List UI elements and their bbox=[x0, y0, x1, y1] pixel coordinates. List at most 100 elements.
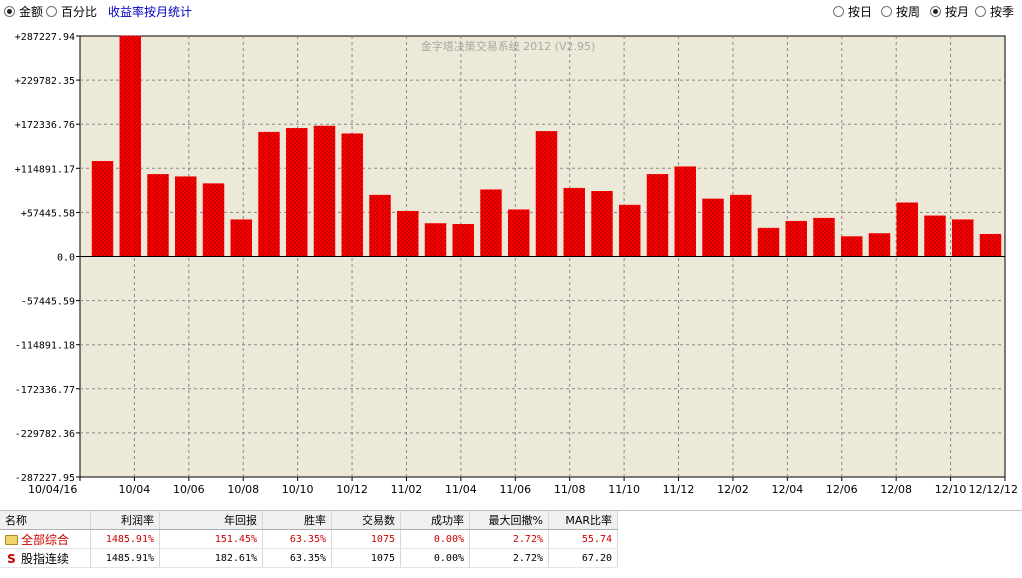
radio-daily-indicator bbox=[833, 6, 844, 17]
bar-11/07 bbox=[508, 209, 530, 257]
col-header-annual-return[interactable]: 年回报 bbox=[159, 511, 263, 530]
x-tick-label: 10/04 bbox=[119, 483, 151, 496]
table-row[interactable]: 全部综合 1485.91% 151.45% 63.35% 1075 0.00% … bbox=[0, 529, 618, 549]
x-tick-label: 11/06 bbox=[499, 483, 531, 496]
bar-12/12 bbox=[979, 233, 1002, 257]
radio-amount-indicator bbox=[4, 6, 15, 17]
bar-12/02 bbox=[702, 198, 724, 257]
bar-11/09 bbox=[563, 187, 585, 257]
bar-11/05 bbox=[452, 224, 474, 257]
profit-rate-cell: 1485.91% bbox=[90, 548, 160, 568]
win-rate-cell: 63.35% bbox=[262, 548, 332, 568]
y-tick-label: -229782.36 bbox=[15, 429, 75, 440]
radio-daily-label: 按日 bbox=[848, 5, 873, 19]
max-drawdown-cell: 2.72% bbox=[469, 529, 549, 549]
x-tick-label: 10/04/16 bbox=[28, 483, 77, 496]
radio-percent-label: 百分比 bbox=[61, 5, 98, 19]
monthly-stats-link[interactable]: 收益率按月统计 bbox=[108, 3, 192, 20]
col-header-success-rate[interactable]: 成功率 bbox=[400, 511, 470, 530]
bar-11/08 bbox=[535, 131, 558, 257]
x-tick-label: 10/12 bbox=[336, 483, 368, 496]
col-header-profit-rate[interactable]: 利润率 bbox=[90, 511, 160, 530]
y-tick-label: -114891.18 bbox=[15, 341, 75, 352]
radio-quarterly[interactable]: 按季 bbox=[975, 3, 1014, 20]
y-tick-label: +57445.58 bbox=[21, 208, 75, 219]
radio-quarterly-label: 按季 bbox=[990, 5, 1015, 19]
bar-11/02 bbox=[369, 194, 391, 257]
col-header-trades[interactable]: 交易数 bbox=[331, 511, 401, 530]
profit-rate-cell: 1485.91% bbox=[90, 529, 160, 549]
folder-icon bbox=[5, 535, 18, 545]
s-icon: S bbox=[7, 551, 16, 566]
bar-12/11 bbox=[952, 219, 974, 257]
radio-percent-indicator bbox=[46, 6, 57, 17]
bar-12/06 bbox=[813, 217, 835, 257]
toolbar: 金额 百分比 收益率按月统计 按日 按周 按月 按季 bbox=[0, 0, 1022, 26]
col-header-mar-ratio[interactable]: MAR比率 bbox=[548, 511, 618, 530]
radio-amount[interactable]: 金额 bbox=[4, 3, 43, 20]
table-row[interactable]: S 股指连续 1485.91% 182.61% 63.35% 1075 0.00%… bbox=[0, 548, 618, 568]
chart-watermark: 金字塔决策交易系统 2012 (V2.95) bbox=[421, 39, 596, 53]
annual-return-cell: 182.61% bbox=[159, 548, 263, 568]
row-name-cell: S 股指连续 bbox=[0, 548, 91, 568]
radio-weekly-label: 按周 bbox=[896, 5, 921, 19]
row-name: 股指连续 bbox=[21, 551, 70, 566]
radio-daily[interactable]: 按日 bbox=[833, 3, 872, 20]
radio-quarterly-indicator bbox=[975, 6, 986, 17]
bar-12/04 bbox=[757, 227, 780, 257]
bar-12/03 bbox=[730, 194, 752, 257]
x-tick-label: 12/12/12 bbox=[969, 483, 1018, 496]
y-tick-label: 0.0 bbox=[57, 253, 75, 264]
radio-weekly[interactable]: 按周 bbox=[881, 3, 920, 20]
bar-10/05 bbox=[119, 35, 141, 257]
annual-return-cell: 151.45% bbox=[159, 529, 263, 549]
x-tick-label: 12/10 bbox=[935, 483, 967, 496]
success-rate-cell: 0.00% bbox=[400, 529, 470, 549]
col-header-win-rate[interactable]: 胜率 bbox=[262, 511, 332, 530]
bar-10/09 bbox=[230, 219, 252, 257]
x-tick-label: 11/02 bbox=[391, 483, 423, 496]
radio-monthly[interactable]: 按月 bbox=[930, 3, 969, 20]
bar-10/06 bbox=[147, 174, 169, 257]
x-tick-label: 10/08 bbox=[227, 483, 259, 496]
bar-11/01 bbox=[341, 133, 363, 257]
bar-10/10 bbox=[258, 131, 280, 257]
col-header-max-drawdown[interactable]: 最大回撤% bbox=[469, 511, 549, 530]
stats-grid: 名称 利润率 年回报 胜率 交易数 成功率 最大回撤% MAR比率 全部综合 1… bbox=[0, 510, 1022, 578]
success-rate-cell: 0.00% bbox=[400, 548, 470, 568]
y-tick-label: +172336.76 bbox=[15, 120, 75, 131]
radio-monthly-label: 按月 bbox=[945, 5, 970, 19]
y-tick-label: -57445.59 bbox=[21, 297, 75, 308]
x-tick-label: 12/04 bbox=[772, 483, 804, 496]
bar-11/12 bbox=[646, 174, 669, 257]
bar-12/05 bbox=[785, 220, 807, 257]
y-tick-label: +229782.35 bbox=[15, 76, 75, 87]
bar-10/08 bbox=[202, 183, 225, 257]
bar-12/09 bbox=[896, 202, 918, 257]
radio-percent[interactable]: 百分比 bbox=[46, 3, 97, 20]
x-tick-label: 10/06 bbox=[173, 483, 205, 496]
stats-table: 名称 利润率 年回报 胜率 交易数 成功率 最大回撤% MAR比率 全部综合 1… bbox=[0, 511, 618, 568]
radio-amount-label: 金额 bbox=[19, 5, 44, 19]
x-tick-label: 10/10 bbox=[282, 483, 314, 496]
bar-12/07 bbox=[841, 236, 863, 257]
bar-10/04 bbox=[91, 161, 114, 257]
bar-12/08 bbox=[868, 233, 891, 257]
bar-11/06 bbox=[480, 189, 502, 257]
bar-10/12 bbox=[313, 125, 336, 257]
y-tick-label: -172336.77 bbox=[15, 385, 75, 396]
trades-cell: 1075 bbox=[331, 548, 401, 568]
y-tick-label: +287227.94 bbox=[15, 32, 75, 43]
bar-12/10 bbox=[924, 215, 946, 257]
monthly-return-chart: +287227.94 +229782.35 +172336.76 +114891.17… bbox=[15, 32, 1018, 496]
radio-weekly-indicator bbox=[881, 6, 892, 17]
col-header-name[interactable]: 名称 bbox=[0, 511, 91, 530]
row-name-cell: 全部综合 bbox=[0, 529, 91, 549]
x-tick-label: 12/08 bbox=[880, 483, 912, 496]
x-tick-label: 12/02 bbox=[717, 483, 749, 496]
x-tick-label: 11/08 bbox=[554, 483, 586, 496]
x-tick-label: 12/06 bbox=[826, 483, 858, 496]
x-tick-label: 11/04 bbox=[445, 483, 477, 496]
stats-header-row: 名称 利润率 年回报 胜率 交易数 成功率 最大回撤% MAR比率 bbox=[0, 511, 618, 530]
bar-12/01 bbox=[674, 166, 696, 257]
